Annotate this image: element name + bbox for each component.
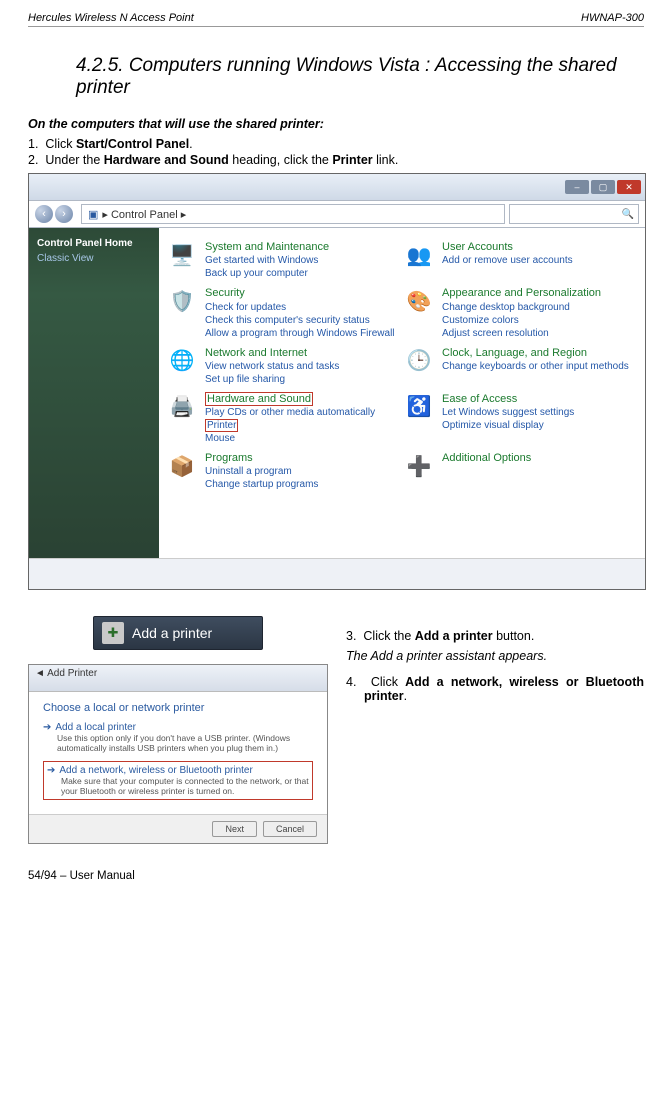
category-title[interactable]: Programs xyxy=(205,451,318,465)
category-link[interactable]: Set up file sharing xyxy=(205,373,339,386)
cp-category: 🌐 Network and InternetView network status… xyxy=(167,346,400,386)
page-header: Hercules Wireless N Access Point HWNAP-3… xyxy=(28,12,644,27)
category-link[interactable]: Get started with Windows xyxy=(205,254,329,267)
category-icon: 👥 xyxy=(404,240,434,270)
category-link[interactable]: Uninstall a program xyxy=(205,465,318,478)
category-link[interactable]: Add or remove user accounts xyxy=(442,254,573,267)
hdr-right: HWNAP-300 xyxy=(581,12,644,24)
step-3: 3. Click the Add a printer button. xyxy=(346,629,644,643)
category-link[interactable]: View network status and tasks xyxy=(205,360,339,373)
breadcrumb[interactable]: ▣ ▸ Control Panel ▸ xyxy=(81,204,505,224)
category-icon: 🖨️ xyxy=(167,392,197,422)
category-link[interactable]: Allow a program through Windows Firewall xyxy=(205,327,395,340)
section-title: 4.2.5. Computers running Windows Vista :… xyxy=(76,55,644,99)
category-title[interactable]: Hardware and Sound xyxy=(205,392,375,406)
category-title[interactable]: Clock, Language, and Region xyxy=(442,346,629,360)
address-bar: ‹ › ▣ ▸ Control Panel ▸ 🔍 xyxy=(29,200,645,228)
category-icon: 🛡️ xyxy=(167,286,197,316)
add-printer-label: Add a printer xyxy=(132,625,212,641)
category-title[interactable]: Appearance and Personalization xyxy=(442,286,601,300)
hdr-left: Hercules Wireless N Access Point xyxy=(28,12,194,24)
category-link[interactable]: Mouse xyxy=(205,432,375,445)
category-link[interactable]: Change keyboards or other input methods xyxy=(442,360,629,373)
category-icon: 📦 xyxy=(167,451,197,481)
category-link[interactable]: Let Windows suggest settings xyxy=(442,406,574,419)
wizard-next-button[interactable]: Next xyxy=(212,821,257,837)
page-footer: 54/94 – User Manual xyxy=(28,870,644,882)
category-title[interactable]: Additional Options xyxy=(442,451,531,465)
category-link[interactable]: Check for updates xyxy=(205,301,395,314)
category-title[interactable]: User Accounts xyxy=(442,240,573,254)
titlebar: – ▢ ✕ xyxy=(29,174,645,200)
cp-category: ♿ Ease of AccessLet Windows suggest setti… xyxy=(404,392,637,445)
category-title[interactable]: Network and Internet xyxy=(205,346,339,360)
sidebar-home: Control Panel Home xyxy=(37,238,151,249)
category-icon: 🌐 xyxy=(167,346,197,376)
status-bar xyxy=(29,558,645,589)
wizard-question: Choose a local or network printer xyxy=(43,702,313,714)
nav-back-button[interactable]: ‹ xyxy=(35,205,53,223)
arrow-icon: ➔ xyxy=(43,722,51,733)
search-input[interactable]: 🔍 xyxy=(509,204,639,224)
printer-plus-icon: ✚ xyxy=(102,622,124,644)
category-link[interactable]: Optimize visual display xyxy=(442,419,574,432)
wizard-title: ◄ Add Printer xyxy=(29,665,327,692)
cp-category: 🖨️ Hardware and SoundPlay CDs or other me… xyxy=(167,392,400,445)
category-link[interactable]: Back up your computer xyxy=(205,267,329,280)
close-button[interactable]: ✕ xyxy=(617,180,641,194)
add-printer-wizard: ◄ Add Printer Choose a local or network … xyxy=(28,664,328,844)
intro-text: On the computers that will use the share… xyxy=(28,117,644,131)
cp-category: 🛡️ SecurityCheck for updatesCheck this co… xyxy=(167,286,400,339)
category-icon: ♿ xyxy=(404,392,434,422)
cp-categories: 🖥️ System and MaintenanceGet started with… xyxy=(159,228,645,558)
category-link[interactable]: Change startup programs xyxy=(205,478,318,491)
step-4: 4. Click Add a network, wireless or Blue… xyxy=(346,675,644,703)
minimize-button[interactable]: – xyxy=(565,180,589,194)
category-link[interactable]: Customize colors xyxy=(442,314,601,327)
category-link[interactable]: Change desktop background xyxy=(442,301,601,314)
sidebar: Control Panel Home Classic View xyxy=(29,228,159,558)
back-arrow-icon[interactable]: ◄ xyxy=(35,668,47,679)
wizard-option-local[interactable]: ➔Add a local printer Use this option onl… xyxy=(43,722,313,753)
control-panel-icon: ▣ xyxy=(88,208,98,221)
cp-category: 👥 User AccountsAdd or remove user account… xyxy=(404,240,637,280)
maximize-button[interactable]: ▢ xyxy=(591,180,615,194)
category-link[interactable]: Play CDs or other media automatically xyxy=(205,406,375,419)
arrow-icon: ➔ xyxy=(47,765,55,776)
assistant-note: The Add a printer assistant appears. xyxy=(346,649,644,663)
step-1: 1. Click Start/Control Panel. xyxy=(28,137,644,151)
control-panel-window: – ▢ ✕ ‹ › ▣ ▸ Control Panel ▸ 🔍 Control … xyxy=(28,173,646,590)
category-title[interactable]: System and Maintenance xyxy=(205,240,329,254)
category-icon: 🕒 xyxy=(404,346,434,376)
nav-fwd-button[interactable]: › xyxy=(55,205,73,223)
cp-category: 🖥️ System and MaintenanceGet started with… xyxy=(167,240,400,280)
category-title[interactable]: Ease of Access xyxy=(442,392,574,406)
category-title[interactable]: Security xyxy=(205,286,395,300)
category-link[interactable]: Check this computer's security status xyxy=(205,314,395,327)
wizard-option-network[interactable]: ➔Add a network, wireless or Bluetooth pr… xyxy=(43,761,313,800)
category-icon: 🎨 xyxy=(404,286,434,316)
wizard-cancel-button[interactable]: Cancel xyxy=(263,821,317,837)
search-icon: 🔍 xyxy=(622,209,634,220)
cp-category: ➕ Additional Options xyxy=(404,451,637,491)
sidebar-classic-view[interactable]: Classic View xyxy=(37,253,151,264)
cp-category: 🎨 Appearance and PersonalizationChange de… xyxy=(404,286,637,339)
cp-category: 📦 ProgramsUninstall a programChange start… xyxy=(167,451,400,491)
category-icon: ➕ xyxy=(404,451,434,481)
category-icon: 🖥️ xyxy=(167,240,197,270)
category-link[interactable]: Printer xyxy=(205,419,375,432)
step-2: 2. Under the Hardware and Sound heading,… xyxy=(28,153,644,167)
add-printer-button[interactable]: ✚ Add a printer xyxy=(93,616,263,650)
category-link[interactable]: Adjust screen resolution xyxy=(442,327,601,340)
cp-category: 🕒 Clock, Language, and RegionChange keybo… xyxy=(404,346,637,386)
